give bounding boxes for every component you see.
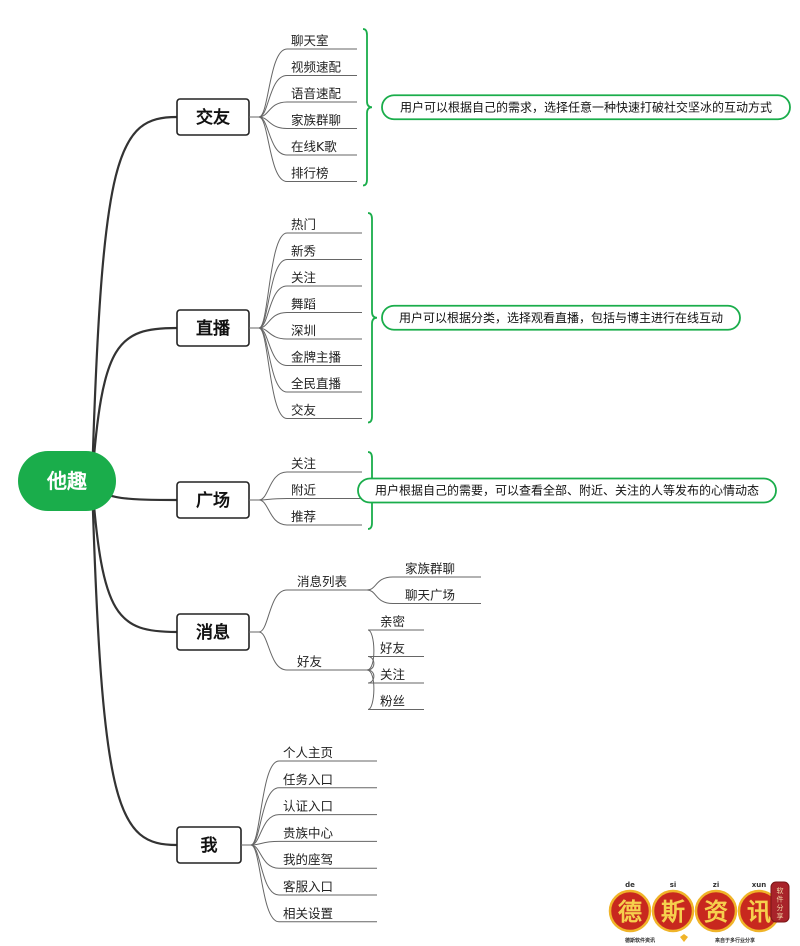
leaf-item: 附近	[291, 483, 317, 498]
logo-char: 斯	[661, 898, 685, 926]
summary-brace	[367, 212, 378, 424]
link-root-to-jiaoyou	[90, 115, 178, 482]
leaf-item: 深圳	[291, 323, 316, 338]
logo-pinyin: si	[670, 881, 677, 889]
logo-tag: 软件分享	[770, 881, 790, 923]
logo-ornament-icon	[680, 934, 688, 942]
summary-note-zhibo: 用户可以根据分类，选择观看直播，包括与博主进行在线互动	[381, 304, 741, 331]
logo-left-caption: 德斯软件资讯	[624, 937, 655, 944]
branch-node-xiaoxi[interactable]: 消息	[176, 613, 250, 651]
logo-pinyin: xun	[752, 881, 766, 889]
summary-note-jiaoyou: 用户可以根据自己的需求，选择任意一种快速打破社交坚冰的互动方式	[381, 94, 791, 121]
leaf-item: 交友	[291, 403, 316, 418]
leaf-item: 推荐	[291, 509, 316, 524]
leaf-item: 热门	[291, 217, 316, 232]
leaf-item: 客服入口	[283, 879, 333, 894]
leaf-item: 视频速配	[291, 60, 342, 75]
branch-node-wo[interactable]: 我	[176, 826, 242, 864]
leaf-item: 关注	[291, 456, 317, 471]
leaf-item: 我的座驾	[283, 852, 333, 867]
branch-jiaoyou: 交友 聊天室视频速配语音速配家族群聊在线K歌排行榜 用户可以根据自己的需求，选择任意…	[176, 28, 791, 187]
summary-brace	[362, 28, 373, 187]
summary-note-text: 用户根据自己的需要，可以查看全部、附近、关注的人等发布的心情动态	[375, 483, 759, 498]
leaf-item: 相关设置	[283, 906, 333, 921]
branch-node-label: 消息	[196, 622, 230, 643]
logo-tag-char: 享	[777, 912, 784, 921]
branch-node-label: 交友	[196, 107, 230, 128]
leaf-item: 关注	[291, 270, 317, 285]
branch-node-label: 直播	[196, 318, 231, 339]
leaf-item: 认证入口	[283, 799, 333, 814]
summary-note-guangchang: 用户根据自己的需要，可以查看全部、附近、关注的人等发布的心情动态	[357, 477, 777, 504]
branch-wo: 我 个人主页任务入口认证入口贵族中心我的座驾客服入口相关设置	[176, 745, 377, 923]
logo-char: 资	[704, 898, 728, 926]
subgroup-label: 消息列表	[297, 574, 348, 589]
subgroup-connector	[258, 589, 367, 633]
link-root-to-wo	[90, 480, 178, 847]
leaf-item: 金牌主播	[291, 350, 342, 365]
leaf-item: 聊天广场	[405, 588, 455, 603]
branch-node-label: 我	[201, 836, 218, 856]
branch-xiaoxi: 消息 消息列表 家族群聊聊天广场好友 亲密好友关注粉丝	[176, 561, 481, 710]
subgroup-label: 好友	[297, 654, 322, 669]
subgroup-1[interactable]: 好友	[297, 654, 322, 669]
logo-tag-char: 软	[777, 886, 784, 895]
logo-char: 讯	[747, 898, 771, 926]
branch-node-zhibo[interactable]: 直播	[176, 309, 250, 347]
leaf-item: 粉丝	[380, 694, 405, 709]
leaf-item: 语音速配	[291, 86, 342, 101]
leaf-item: 舞蹈	[291, 297, 316, 312]
leaf-item: 家族群聊	[291, 113, 341, 128]
logo-tag-char: 分	[777, 903, 784, 912]
branch-zhibo: 直播 热门新秀关注舞蹈深圳金牌主播全民直播交友 用户可以根据分类，选择观看直播，包括…	[176, 212, 741, 424]
leaf-connector	[250, 840, 377, 846]
logo-tag-char: 件	[777, 895, 784, 904]
leaf-item: 个人主页	[283, 745, 333, 760]
subgroup-0[interactable]: 消息列表	[297, 574, 348, 589]
summary-note-text: 用户可以根据分类，选择观看直播，包括与博主进行在线互动	[399, 310, 723, 325]
leaf-item: 关注	[380, 667, 406, 682]
leaf-connector	[258, 498, 362, 501]
branch-node-label: 广场	[196, 490, 230, 511]
branches: 交友聊天室视频速配语音速配家族群聊在线K歌排行榜用户可以根据自己的需求，选择任意…	[176, 28, 791, 923]
leaf-item: 新秀	[291, 244, 317, 259]
branch-guangchang: 广场 关注附近推荐 用户根据自己的需要，可以查看全部、附近、关注的人等发布的心情动态	[176, 451, 777, 530]
leaf-item: 亲密	[380, 614, 405, 629]
mind-map: 交友聊天室视频速配语音速配家族群聊在线K歌排行榜用户可以根据自己的需求，选择任意…	[18, 28, 791, 944]
logo-right-caption: 来自于多行业分享	[714, 937, 755, 944]
root-node[interactable]: 他趣	[18, 451, 116, 511]
leaf-item: 任务入口	[283, 772, 333, 787]
root-node-label: 他趣	[46, 469, 88, 493]
leaf-item: 在线K歌	[291, 139, 337, 154]
logo-char: 德	[618, 898, 642, 926]
leaf-item: 好友	[380, 641, 405, 656]
leaf-item: 聊天室	[291, 33, 329, 48]
leaf-item: 全民直播	[291, 376, 342, 391]
leaf-item: 排行榜	[291, 166, 329, 181]
watermark-logo: de 德 si 斯 zi 资 xun 讯德斯软件资讯 来自于多行业分享 软件分享	[608, 881, 790, 944]
logo-pinyin: de	[625, 881, 635, 889]
logo-pinyin: zi	[713, 881, 719, 889]
branch-node-guangchang[interactable]: 广场	[176, 481, 250, 519]
branch-node-jiaoyou[interactable]: 交友	[176, 98, 250, 136]
summary-note-text: 用户可以根据自己的需求，选择任意一种快速打破社交坚冰的互动方式	[400, 99, 772, 114]
leaf-item: 贵族中心	[283, 825, 334, 840]
leaf-item: 家族群聊	[405, 561, 455, 576]
